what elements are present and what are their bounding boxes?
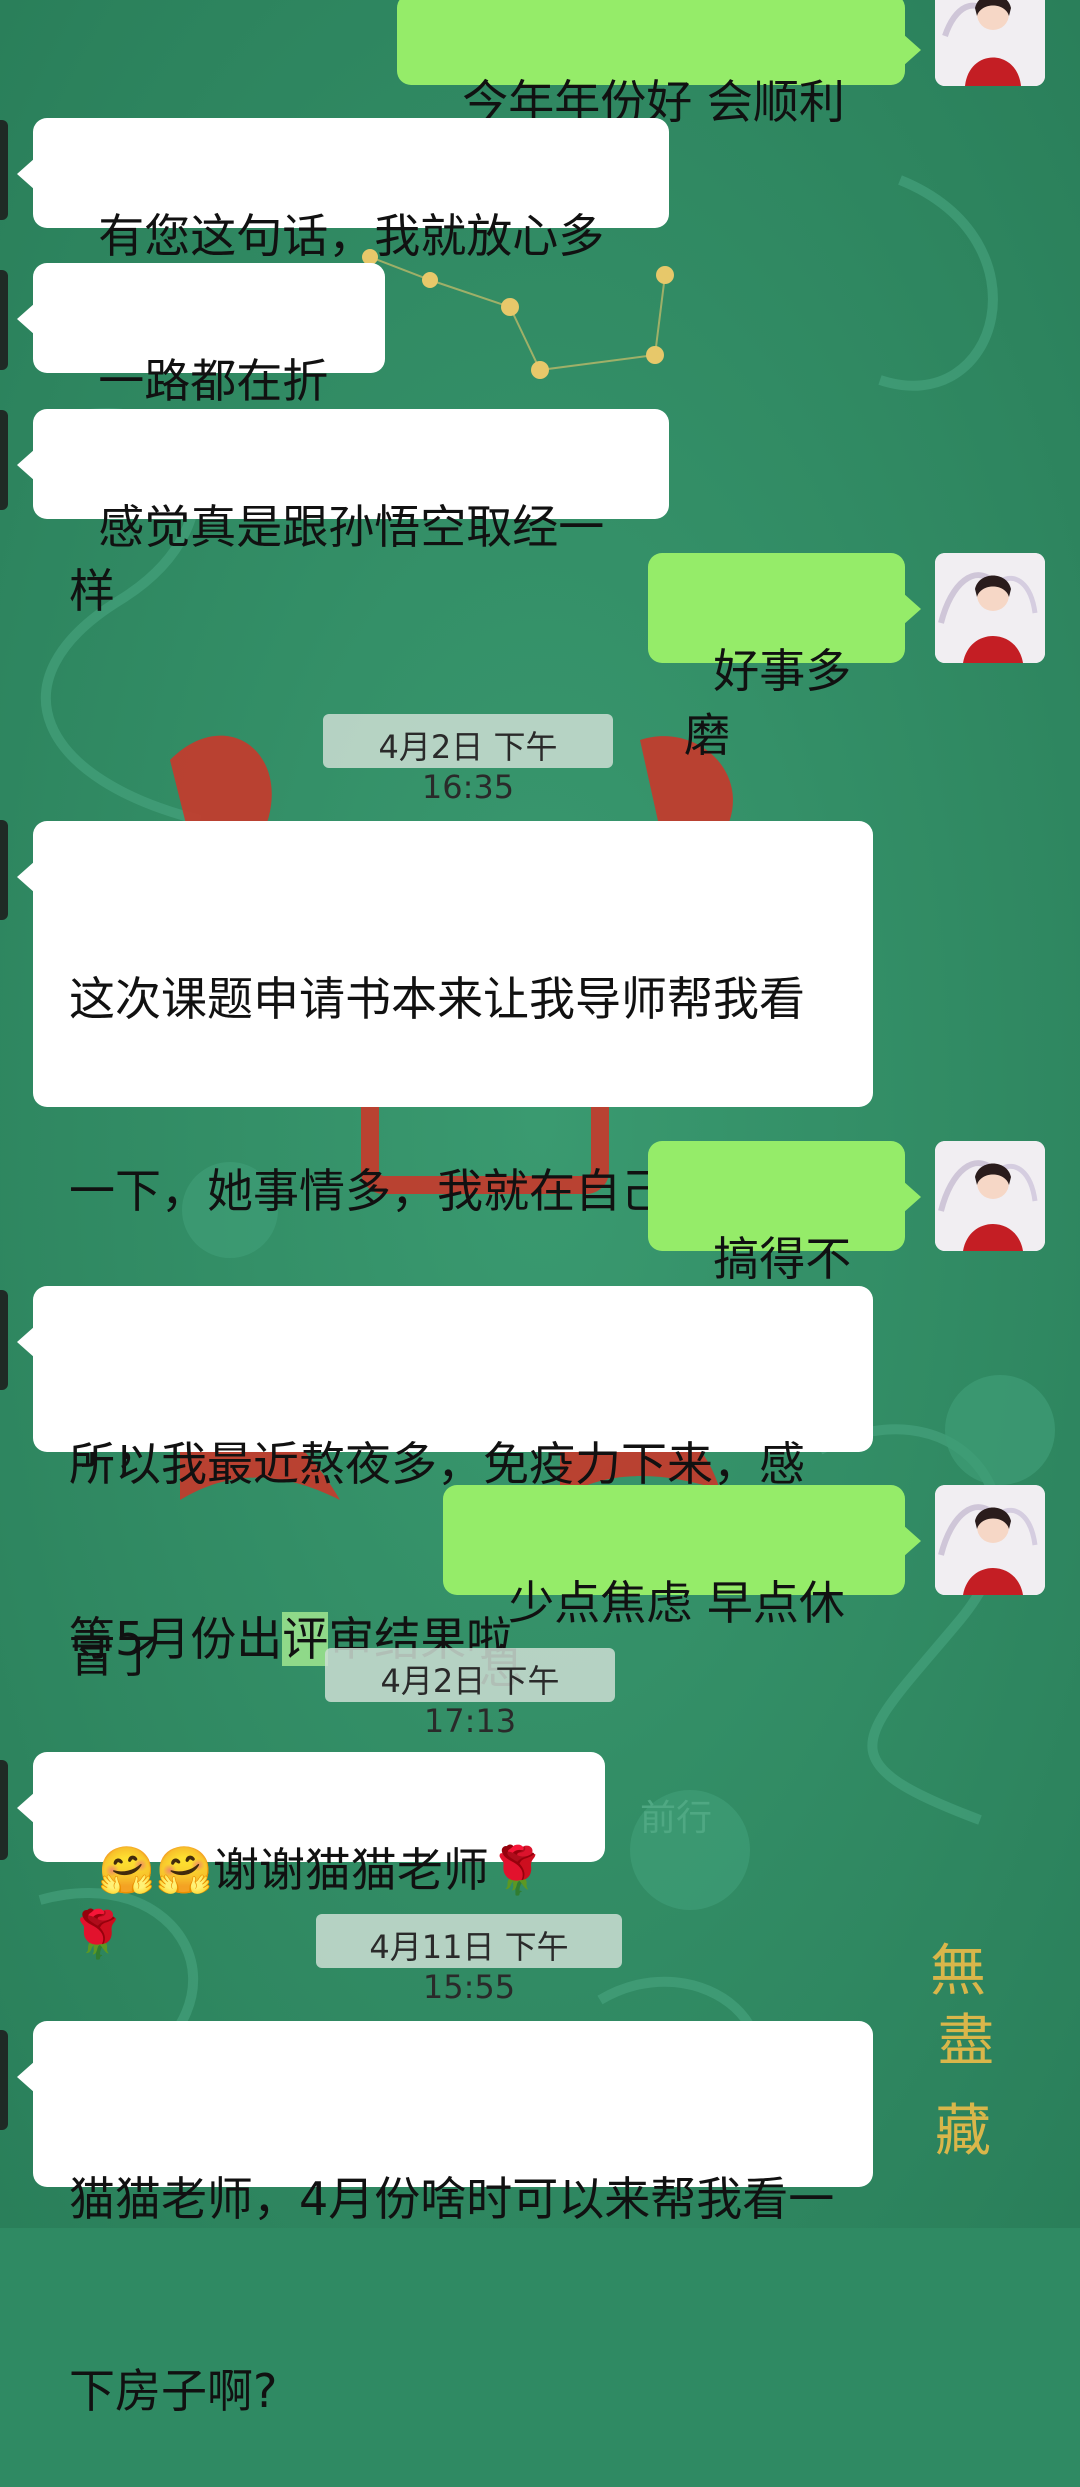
timestamp: 4月2日 下午16:35: [323, 714, 613, 806]
message-bubble-outgoing[interactable]: 少点焦虑 早点休息: [443, 1485, 921, 1694]
svg-text:前行: 前行: [640, 1798, 712, 1838]
avatar[interactable]: [935, 1485, 1045, 1595]
message-line: 这次课题申请书本来让我导师帮我看: [69, 972, 805, 1026]
message-bubble-incoming[interactable]: 猫猫老师，4月份啥时可以来帮我看一 下房子啊?: [17, 2021, 873, 2418]
message-text: 谢谢猫猫老师: [212, 1843, 489, 1897]
message-bubble-incoming[interactable]: 一路都在折腾: [17, 263, 385, 472]
seal-char-1: 無: [930, 1939, 986, 2004]
seal-char-3: 藏: [935, 2099, 991, 2164]
avatar[interactable]: [935, 0, 1045, 86]
timestamp: 4月2日 下午17:13: [325, 1648, 615, 1740]
message-bubble-incoming[interactable]: 有您这句话，我就放心多了: [17, 118, 669, 327]
message-bubble-outgoing[interactable]: 搞得不错: [648, 1141, 921, 1350]
message-bubble-incoming[interactable]: 感觉真是跟孙悟空取经一样: [17, 409, 669, 618]
message-bubble-incoming[interactable]: 这次课题申请书本来让我导师帮我看 一下，她事情多，我就在自己能力范 围内，写到专…: [17, 821, 873, 1666]
message-line: 猫猫老师，4月份啥时可以来帮我看一: [69, 2172, 835, 2226]
message-bubble-incoming[interactable]: 🤗🤗谢谢猫猫老师🌹 🌹: [17, 1752, 605, 1961]
avatar[interactable]: [935, 1141, 1045, 1251]
timestamp: 4月11日 下午15:55: [316, 1914, 622, 2006]
message-bubble-outgoing[interactable]: 好事多磨: [648, 553, 921, 762]
hug-emoji: 🤗🤗: [98, 1843, 213, 1897]
message-bubble-outgoing[interactable]: 今年年份好 会顺利的: [397, 0, 921, 193]
message-bubble-incoming[interactable]: 所以我最近熬夜多，免疫力下来，感 冒了: [17, 1286, 873, 1683]
avatar[interactable]: [935, 553, 1045, 663]
message-line: 下房子啊?: [69, 2364, 278, 2418]
seal-char-2: 盡: [938, 2009, 994, 2074]
